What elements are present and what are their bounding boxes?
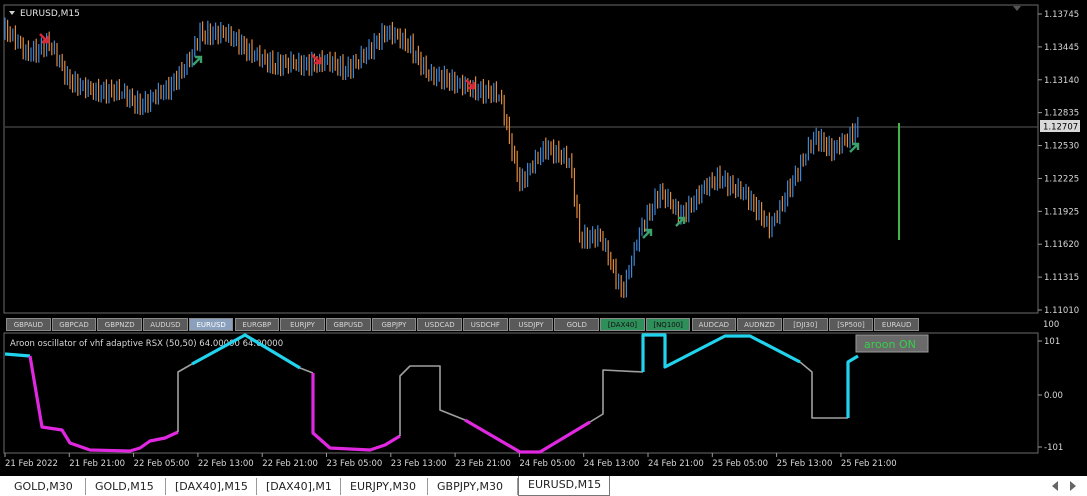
chart-window[interactable]: EURUSD,M15 1.13745 1.13445 1.13140 1.12835 1…: [0, 0, 1087, 476]
chart-title: EURUSD,M15: [20, 9, 80, 19]
time-axis: 21 Feb 2022 21 Feb 21:00 22 Feb 05:00 22 Fe…: [4, 453, 897, 469]
time-tick-label: 24 Feb 05:00: [519, 459, 575, 469]
symbol-button-eurgbp[interactable]: EURGBP: [234, 318, 280, 331]
price-tick-label: 1.13745: [1044, 10, 1079, 20]
indicator-tick-label: 0.00: [1044, 391, 1063, 401]
price-tick-label: 1.12835: [1044, 109, 1079, 119]
symbol-button-usdjpy[interactable]: USDJPY: [508, 318, 554, 331]
time-tick-label: 22 Feb 13:00: [198, 459, 254, 469]
indicator-label: Aroon oscillator of vhf adaptive RSX (50…: [10, 339, 283, 349]
time-tick-label: 25 Feb 05:00: [712, 459, 768, 469]
chart-canvas[interactable]: EURUSD,M15 1.137451.134451.131401.128351…: [0, 0, 1087, 476]
symbol-button-audnzd[interactable]: AUDNZD: [737, 318, 782, 331]
indicator-tick-label: -101: [1044, 443, 1063, 453]
tabs-scroll-right-icon[interactable]: [1070, 481, 1076, 491]
price-tick-label: 1.11925: [1044, 207, 1079, 217]
indicator-axis: 101 0.00 -101: [1038, 337, 1063, 453]
symbol-button-gbpaud[interactable]: GBPAUD: [6, 318, 51, 331]
symbol-button-dji30[interactable]: [DJI30]: [782, 318, 828, 331]
price-tick-label: 1.11010: [1044, 306, 1079, 316]
price-tick-label: 1.11315: [1044, 273, 1079, 283]
symbol-button-euraud[interactable]: EURAUD: [874, 318, 919, 331]
price-tick-label: 1.11620: [1044, 240, 1079, 250]
tabs-scroll-left-icon[interactable]: [1052, 481, 1058, 491]
symbol-button-dax40[interactable]: [DAX40]: [600, 318, 645, 331]
symbol-button-gbpjpy[interactable]: GBPJPY: [371, 318, 417, 331]
time-tick-label: 23 Feb 21:00: [455, 459, 511, 469]
symbol-button-sp500[interactable]: [SP500]: [828, 318, 874, 331]
chart-tab-goldm15[interactable]: GOLD,M15: [86, 478, 166, 495]
symbol-button-gbpusd[interactable]: GBPUSD: [325, 318, 371, 331]
aroon-toggle-label: aroon ON: [864, 338, 916, 351]
chart-tab-gbpjpym30[interactable]: GBPJPY,M30: [428, 478, 518, 495]
price-axis[interactable]: 1.13745 1.13445 1.13140 1.12835 1.12530 1.122…: [1038, 10, 1079, 316]
price-tick-label: 1.13140: [1044, 76, 1079, 86]
time-tick-label: 21 Feb 21:00: [69, 459, 125, 469]
symbol-button-usdchf[interactable]: USDCHF: [463, 318, 508, 331]
time-tick-label: 23 Feb 13:00: [391, 459, 447, 469]
price-tick-label: 1.12225: [1044, 174, 1079, 184]
time-tick-label: 21 Feb 2022: [5, 459, 58, 469]
chart-tab-eurjpym30[interactable]: EURJPY,M30: [341, 478, 428, 495]
symbol-button-audcad[interactable]: AUDCAD: [691, 318, 737, 331]
symbol-button-nq100[interactable]: [NQ100]: [645, 318, 691, 331]
chart-tab-dax40m1[interactable]: [DAX40],M1: [257, 478, 341, 495]
price-area[interactable]: [3, 4, 1039, 314]
symbol-button-audusd[interactable]: AUDUSD: [143, 318, 188, 331]
time-tick-label: 24 Feb 21:00: [648, 459, 704, 469]
indicator-tick-label: 101: [1044, 337, 1060, 347]
time-tick-label: 24 Feb 13:00: [584, 459, 640, 469]
symbol-button-eurjpy[interactable]: EURJPY: [280, 318, 325, 331]
chart-tab-eurusdm15[interactable]: EURUSD,M15: [518, 476, 610, 496]
symbol-button-gbpnzd[interactable]: GBPNZD: [97, 318, 143, 331]
time-tick-label: 22 Feb 21:00: [262, 459, 318, 469]
time-tick-label: 22 Feb 05:00: [134, 459, 190, 469]
price-tick-label: 1.12530: [1044, 142, 1079, 152]
chart-tab-dax40m15[interactable]: [DAX40],M15: [166, 478, 257, 495]
time-tick-label: 25 Feb 21:00: [841, 459, 897, 469]
current-price-label: 1.12707: [1043, 123, 1078, 133]
symbol-button-eurusd[interactable]: EURUSD: [188, 318, 234, 331]
price-tick-label: 1.13445: [1044, 43, 1079, 53]
chart-tab-goldm30[interactable]: GOLD,M30: [5, 478, 86, 495]
time-tick-label: 23 Feb 05:00: [327, 459, 383, 469]
time-tick-label: 25 Feb 13:00: [777, 459, 833, 469]
symbol-button-gbpcad[interactable]: GBPCAD: [51, 318, 97, 331]
symbol-button-usdcad[interactable]: USDCAD: [417, 318, 462, 331]
oscillator-segment: [4, 352, 31, 358]
symbol-button-gold[interactable]: GOLD: [554, 318, 600, 331]
indicator-top-label: 100: [1043, 320, 1059, 330]
